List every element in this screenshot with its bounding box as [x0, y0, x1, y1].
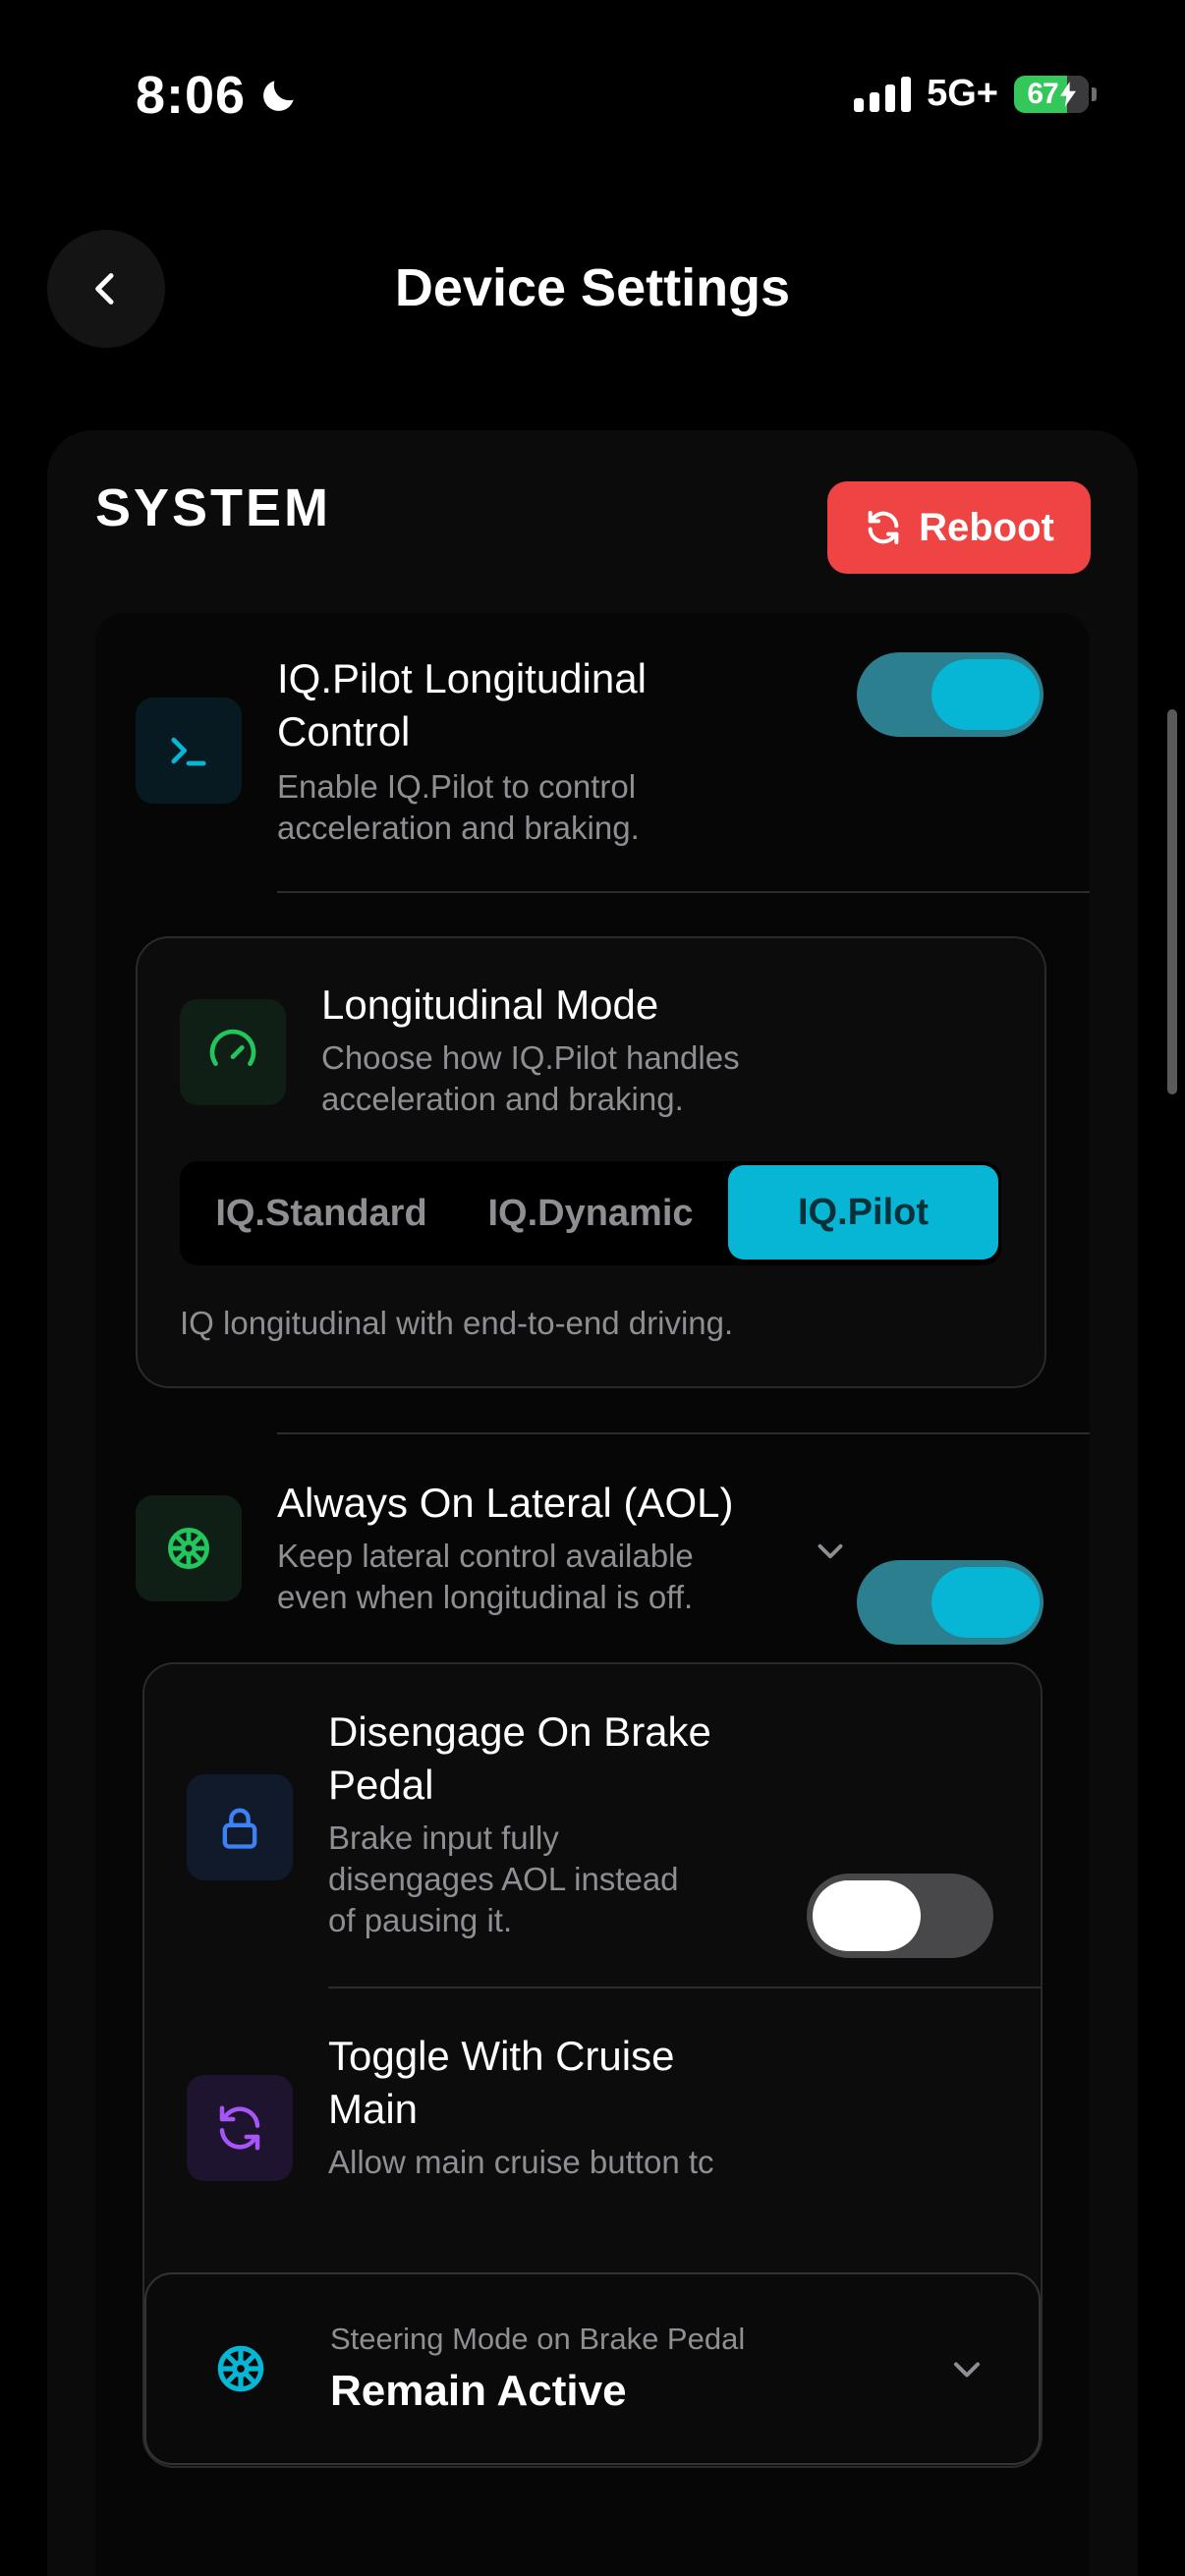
toggle-cruise-title-2: Main [328, 2086, 419, 2132]
longitudinal-control-desc-1: Enable IQ.Pilot to control [277, 768, 637, 805]
longitudinal-control-title-1: IQ.Pilot Longitudinal [277, 655, 647, 701]
status-time-text: 8:06 [136, 66, 247, 125]
divider [328, 1987, 1041, 1988]
disengage-brake-desc-3: of pausing it. [328, 1902, 513, 1938]
reboot-button[interactable]: Reboot [827, 481, 1091, 574]
longitudinal-mode-text: Longitudinal Mode Choose how IQ.Pilot ha… [321, 979, 1009, 1120]
battery-level: 67 [1027, 77, 1058, 110]
disengage-brake-text: Disengage On Brake Pedal Brake input ful… [328, 1706, 780, 1941]
steering-wheel-icon [136, 1495, 242, 1601]
refresh-icon [187, 2075, 293, 2181]
disengage-brake-desc-2: disengages AOL instead [328, 1861, 679, 1897]
battery-nub [1092, 86, 1097, 101]
longitudinal-control-title-2: Control [277, 708, 411, 755]
longitudinal-mode-title: Longitudinal Mode [321, 981, 659, 1028]
toggle-cruise-title-1: Toggle With Cruise [328, 2033, 675, 2079]
divider [277, 891, 1090, 893]
aol-text: Always On Lateral (AOL) Keep lateral con… [277, 1477, 808, 1618]
aol-toggle[interactable] [857, 1560, 1044, 1645]
longitudinal-control-toggle[interactable] [857, 652, 1044, 737]
steering-mode-text: Steering Mode on Brake Pedal Remain Acti… [330, 2321, 745, 2421]
cellular-signal-icon [854, 76, 912, 112]
battery-icon: 67 [1014, 75, 1089, 113]
steering-wheel-icon [217, 2345, 264, 2392]
refresh-icon [868, 511, 899, 544]
disengage-brake-toggle[interactable] [807, 1874, 993, 1958]
longitudinal-control-desc-2: acceleration and braking. [277, 810, 640, 846]
moon-icon [263, 81, 294, 111]
mode-option-iq-standard[interactable]: IQ.Standard [187, 1161, 456, 1265]
speedometer-icon [180, 999, 286, 1105]
divider [277, 1432, 1090, 1434]
chevron-down-icon [953, 2362, 981, 2378]
scrollbar[interactable] [1167, 709, 1177, 1094]
steering-mode-value: Remain Active [330, 2367, 627, 2415]
lock-icon [187, 1774, 293, 1880]
toggle-cruise-text: Toggle With Cruise Main Allow main cruis… [328, 2030, 772, 2183]
toggle-cruise-desc-1: Allow main cruise button tc [328, 2144, 714, 2180]
terminal-icon [136, 698, 242, 804]
disengage-brake-title-2: Pedal [328, 1762, 434, 1808]
longitudinal-control-text: IQ.Pilot Longitudinal Control Enable IQ.… [277, 652, 827, 849]
reboot-label: Reboot [919, 505, 1054, 549]
network-type: 5G+ [927, 73, 998, 114]
mode-option-iq-pilot[interactable]: IQ.Pilot [728, 1165, 998, 1260]
page-title: Device Settings [394, 258, 791, 317]
longitudinal-mode-desc-1: Choose how IQ.Pilot handles [321, 1039, 740, 1076]
status-time: 8:06 [136, 65, 301, 126]
disengage-brake-desc-1: Brake input fully [328, 1820, 559, 1856]
longitudinal-mode-desc-2: acceleration and braking. [321, 1081, 684, 1117]
longitudinal-mode-selected-desc: IQ longitudinal with end-to-end driving. [180, 1305, 734, 1341]
aol-desc-1: Keep lateral control available [277, 1538, 694, 1574]
disengage-brake-title-1: Disengage On Brake [328, 1708, 711, 1755]
section-title: SYSTEM [95, 478, 332, 537]
aol-desc-2: even when longitudinal is off. [277, 1579, 694, 1615]
mode-option-iq-dynamic[interactable]: IQ.Dynamic [456, 1161, 725, 1265]
charging-bolt-icon [1059, 81, 1076, 107]
steering-mode-label: Steering Mode on Brake Pedal [330, 2322, 746, 2356]
aol-title: Always On Lateral (AOL) [277, 1480, 734, 1526]
status-indicators: 5G+ 67 [854, 73, 1097, 115]
chevron-down-icon[interactable] [810, 1531, 851, 1572]
